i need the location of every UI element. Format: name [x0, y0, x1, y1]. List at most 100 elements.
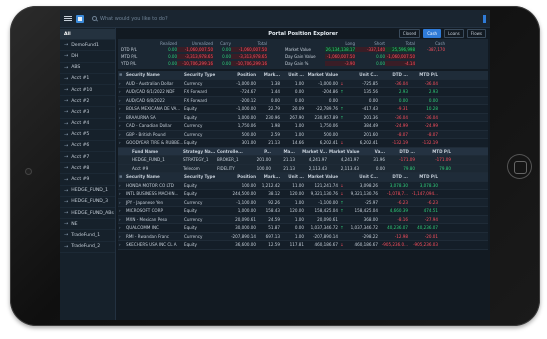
table-row[interactable]: › GOODYEAR TIRE & RUBBE... Equity 301.00 21.…: [118, 139, 488, 148]
column-header-market-value[interactable]: Market Value: [305, 72, 339, 77]
sidebar-item-label: Acct #10: [71, 87, 93, 93]
sidebar-item[interactable]: → Acct #8: [60, 163, 115, 175]
column-header-security-name[interactable]: Security Name: [125, 174, 183, 179]
expand-row-icon[interactable]: ›: [118, 200, 125, 205]
table-row[interactable]: › INTL BUSINESS MACHIN... Equity 244,500.00…: [118, 190, 488, 199]
sub-column-header[interactable]: P...: [246, 149, 272, 154]
sidebar-item-label: HEDGE_FUND_ABs: [71, 210, 114, 216]
table-row[interactable]: › SKECHERS USA INC CL A Equity 36,600.00 12.…: [118, 241, 488, 250]
sidebar-item[interactable]: → Acct #6: [60, 141, 115, 153]
app-logo-icon[interactable]: [76, 14, 84, 23]
sidebar-item[interactable]: → DH: [60, 51, 115, 63]
column-header-security-name[interactable]: Security Name: [125, 72, 183, 77]
column-header-mark[interactable]: Mark...: [257, 174, 281, 179]
expand-row-icon[interactable]: ›: [118, 132, 125, 137]
table-row[interactable]: › GBP - British Pound Currency 500.00 2.59 1.…: [118, 130, 488, 139]
sidebar-item[interactable]: → Acct #3: [60, 107, 115, 119]
cell-market-value: 230,957.89: [314, 114, 338, 120]
filter-chip[interactable]: Cash: [423, 29, 442, 38]
column-header-unit-cost[interactable]: Unit C...: [345, 174, 379, 179]
search-bar[interactable]: What would you like to do?: [92, 16, 168, 22]
expand-row-icon[interactable]: ›: [118, 123, 125, 128]
expand-row-icon[interactable]: ›: [118, 234, 125, 239]
sub-table-row[interactable]: Acct #9 Telecom FIDELITY 100.00 21.13 2,113.4…: [118, 164, 488, 173]
column-header-dtd-pl[interactable]: DTD ...: [379, 174, 409, 179]
table-row[interactable]: › RMI - Rwandan Franc Currency -207,890.14 6…: [118, 232, 488, 241]
table-row[interactable]: › MXN - Mexican Peso Currency 20,090.61 24.5…: [118, 215, 488, 224]
column-header-mtd-pl[interactable]: MTD P/L: [409, 174, 439, 179]
column-header-unit[interactable]: Unit ...: [281, 174, 305, 179]
sidebar-item[interactable]: → Acct #7: [60, 152, 115, 164]
search-input[interactable]: What would you like to do?: [100, 16, 168, 22]
column-header-market-value[interactable]: Market Value: [305, 174, 339, 179]
expand-row-icon[interactable]: ›: [118, 106, 125, 111]
expand-row-icon[interactable]: ›: [118, 183, 125, 188]
sub-column-header[interactable]: Market V...: [296, 149, 328, 154]
filter-chip[interactable]: Loans: [444, 29, 464, 38]
expand-row-icon[interactable]: ›: [118, 140, 125, 145]
table-row[interactable]: › AUD - Australian Dollar Currency -1,000.0…: [118, 79, 488, 88]
sidebar-item[interactable]: → ABS: [60, 63, 115, 74]
sub-column-header[interactable]: Va...: [360, 149, 386, 154]
sub-column-header[interactable]: Ma...: [272, 149, 296, 154]
expand-row-icon[interactable]: ›: [118, 225, 125, 230]
column-header-mtd-pl[interactable]: MTD P/L: [409, 72, 439, 77]
sidebar-item[interactable]: → Acct #2: [60, 96, 115, 108]
table-row[interactable]: › CAD - Canadian Dollar Currency 1,750.06 1.…: [118, 122, 488, 131]
hamburger-menu-icon[interactable]: [64, 15, 72, 22]
column-header-unit[interactable]: Unit ...: [281, 72, 305, 77]
sub-cell-mv: 4,241.97: [308, 157, 327, 163]
table-row[interactable]: › AUD/CAD 6/1/2022 NDF FX Forward -724.67 1.…: [118, 88, 488, 97]
home-button[interactable]: [507, 154, 532, 179]
table-row[interactable]: › BRAAURNA SA Equity 1,000.00 230.96 267.90 23…: [118, 113, 488, 122]
column-header-security-type[interactable]: Security Type: [183, 174, 227, 179]
sub-column-header[interactable]: DTD ...: [386, 149, 416, 154]
expand-row-icon[interactable]: ›: [118, 242, 125, 247]
expand-row-icon[interactable]: ›: [118, 89, 125, 94]
sub-column-header[interactable]: Strategy Na...: [182, 149, 216, 154]
cell-position: -724.67: [240, 89, 256, 95]
column-header-position[interactable]: Position: [227, 174, 257, 179]
sub-column-header[interactable]: MTD P/L: [416, 149, 452, 154]
sidebar-item[interactable]: → Acct #1: [60, 74, 115, 85]
sidebar-item[interactable]: → TradeFund_1: [60, 230, 115, 242]
column-header-unit-cost[interactable]: Unit C...: [345, 72, 379, 77]
sidebar-item[interactable]: → Acct #5: [60, 130, 115, 141]
filter-chip[interactable]: Closed: [398, 29, 421, 38]
expand-row-icon[interactable]: ›: [118, 98, 125, 103]
table-row[interactable]: › MICROSOFT CORP Equity 1,000.00 158.43 120.0…: [118, 207, 488, 216]
sidebar-item[interactable]: → Acct #9: [60, 174, 115, 186]
sidebar-item[interactable]: → Acct #4: [60, 119, 115, 130]
sub-table-row[interactable]: HEDGE_FUND_1 STRATEGY_1 BROKER_1 201.00 21.1…: [118, 156, 488, 165]
cell-security-type: Currency: [184, 216, 203, 222]
expand-row-icon[interactable]: ›: [118, 208, 125, 213]
filter-chip[interactable]: Flows: [466, 29, 486, 38]
sub-column-header[interactable]: Fund Name: [118, 149, 182, 154]
user-indicator[interactable]: [483, 14, 486, 23]
sidebar-item[interactable]: → TradeFund_2: [60, 242, 115, 253]
sub-column-header[interactable]: Market Value: [328, 149, 360, 154]
expand-row-icon[interactable]: ›: [118, 115, 125, 120]
table-row[interactable]: › BOLSA MEXICANA DE VA... Equity -1,000.00 2…: [118, 105, 488, 114]
expand-row-icon[interactable]: ›: [118, 81, 125, 86]
summary-col-header: Unrealized: [191, 40, 213, 46]
expand-row-icon[interactable]: ›: [118, 191, 125, 196]
sidebar-item[interactable]: → NE: [60, 219, 115, 231]
sidebar-item[interactable]: All: [60, 29, 115, 41]
sidebar-item[interactable]: → HEDGE_FUND_ABs: [60, 208, 115, 220]
column-header-position[interactable]: Position: [227, 72, 257, 77]
sub-column-header[interactable]: Controlle...: [216, 149, 246, 154]
table-row[interactable]: › HONDA MOTOR CO LTD Equity 100.00 1,212.42 1…: [118, 181, 488, 190]
sidebar-item[interactable]: → HEDGE_FUND_1: [60, 186, 115, 197]
table-row[interactable]: › QUALCOMM INC Equity 30,000.00 51.87 0.00 1,0…: [118, 224, 488, 233]
sidebar-item[interactable]: → Acct #10: [60, 85, 115, 97]
table-row[interactable]: › AUD/CAD 6/8/2022 FX Forward -200.12 0.00 0.…: [118, 96, 488, 105]
column-header-dtd-pl[interactable]: DTD ...: [379, 72, 409, 77]
summary-col-header: Total: [257, 40, 267, 46]
sidebar-item[interactable]: → HEDGE_FUND_3: [60, 197, 115, 208]
sidebar-item[interactable]: → DemoFund1: [60, 40, 115, 52]
table-row[interactable]: › JPY - Japanese Yen Currency -1,100.00 92.2…: [118, 198, 488, 207]
column-header-mark[interactable]: Mark...: [257, 72, 281, 77]
column-header-security-type[interactable]: Security Type: [183, 72, 227, 77]
expand-row-icon[interactable]: ›: [118, 217, 125, 222]
